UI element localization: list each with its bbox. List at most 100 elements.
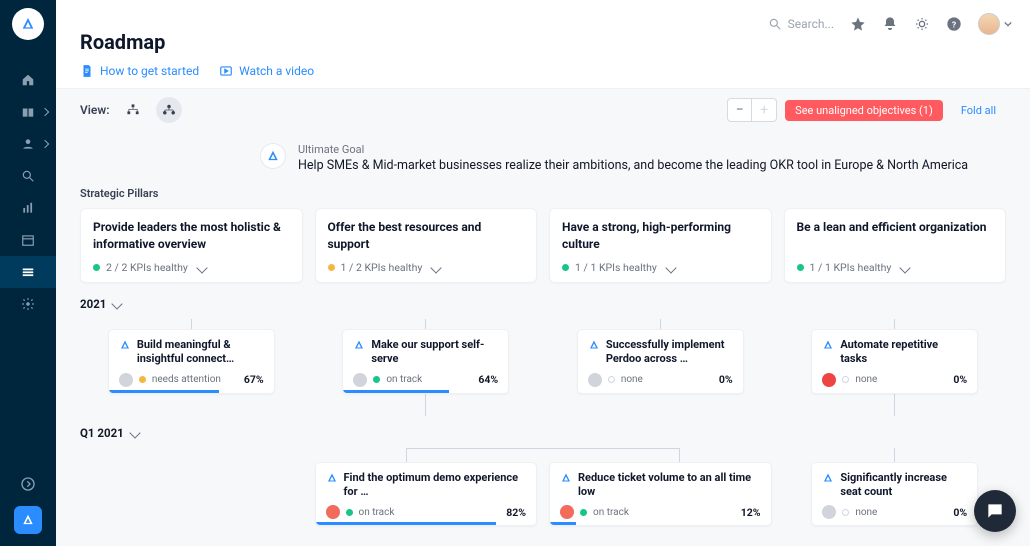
chevron-down-icon[interactable] bbox=[900, 262, 911, 273]
objectives-2021-row: Build meaningful & insightful connect… n… bbox=[80, 319, 1006, 416]
objective-icon bbox=[119, 339, 131, 351]
owner-avatar bbox=[326, 505, 340, 519]
owner-avatar bbox=[588, 373, 602, 387]
svg-text:?: ? bbox=[952, 20, 956, 30]
objective-title: Build meaningful & insightful connect… bbox=[137, 338, 264, 367]
page-header: Roadmap How to get started Watch a video bbox=[56, 48, 1030, 88]
objective-icon bbox=[822, 339, 834, 351]
view-label: View: bbox=[80, 103, 110, 117]
search-icon bbox=[768, 17, 782, 31]
connector bbox=[894, 448, 895, 462]
nav-analytics[interactable] bbox=[0, 192, 56, 224]
nav-calendar[interactable] bbox=[0, 224, 56, 256]
search-input[interactable]: Search... bbox=[768, 17, 834, 31]
objective-title: Find the optimum demo experience for … bbox=[344, 471, 527, 500]
kpi-text: 1 / 1 KPIs healthy bbox=[575, 261, 657, 274]
nav-collapse-icon[interactable] bbox=[20, 476, 36, 492]
progress-bar bbox=[343, 390, 449, 393]
status排 status-dot bbox=[797, 264, 804, 271]
status-dot bbox=[842, 509, 849, 516]
play-icon bbox=[219, 64, 233, 78]
zoom-out-button[interactable]: − bbox=[728, 99, 752, 121]
pillars-row: Provide leaders the most holistic & info… bbox=[80, 208, 1006, 283]
progress-bar bbox=[109, 390, 219, 393]
pillar-title: Offer the best resources and support bbox=[328, 219, 525, 253]
status排 status-dot bbox=[328, 264, 335, 271]
nav-settings[interactable] bbox=[0, 288, 56, 320]
kpi-text: 2 / 2 KPIs healthy bbox=[106, 261, 188, 274]
status-dot bbox=[346, 509, 353, 516]
connector bbox=[660, 319, 661, 329]
howto-link[interactable]: How to get started bbox=[80, 64, 199, 78]
goal-text: Help SMEs & Mid-market businesses realiz… bbox=[298, 158, 968, 173]
kpi-text: 1 / 1 KPIs healthy bbox=[810, 261, 892, 274]
objective-title: Significantly increase seat count bbox=[840, 471, 967, 500]
zoom-control: − + bbox=[727, 98, 777, 122]
owner-avatar bbox=[119, 373, 133, 387]
pillar-card[interactable]: Provide leaders the most holistic & info… bbox=[80, 208, 303, 283]
status-text: on track bbox=[386, 374, 422, 385]
status排 status-dot bbox=[562, 264, 569, 271]
connector bbox=[894, 319, 895, 329]
view-tree-button[interactable] bbox=[120, 97, 146, 123]
nav-roadmap[interactable] bbox=[0, 256, 56, 288]
objective-icon bbox=[353, 339, 365, 351]
video-link[interactable]: Watch a video bbox=[219, 64, 314, 78]
unaligned-button[interactable]: See unaligned objectives (1) bbox=[785, 100, 943, 121]
status-text: none bbox=[621, 374, 643, 385]
status-text: on track bbox=[359, 507, 395, 518]
video-label: Watch a video bbox=[239, 64, 314, 78]
owner-avatar bbox=[353, 373, 367, 387]
connector bbox=[425, 319, 426, 329]
pillar-title: Be a lean and efficient organization bbox=[797, 219, 994, 253]
objective-card[interactable]: Reduce ticket volume to an all time low … bbox=[549, 462, 772, 527]
objective-icon bbox=[822, 472, 834, 484]
progress-bar bbox=[316, 522, 497, 525]
goal-logo-icon bbox=[260, 143, 286, 169]
zoom-in-button[interactable]: + bbox=[752, 99, 776, 121]
objective-card[interactable]: Successfully implement Perdoo across … n… bbox=[577, 329, 744, 394]
nav-people[interactable] bbox=[0, 128, 56, 160]
objective-card[interactable]: Significantly increase seat count none 0… bbox=[811, 462, 978, 527]
chevron-down-icon[interactable] bbox=[196, 262, 207, 273]
view-org-button[interactable] bbox=[156, 97, 182, 123]
goal-label: Ultimate Goal bbox=[298, 143, 968, 156]
progress-pct: 82% bbox=[506, 506, 526, 519]
pillar-card[interactable]: Offer the best resources and support 1 /… bbox=[315, 208, 538, 283]
year-toggle[interactable]: 2021 bbox=[80, 297, 1006, 311]
status-dot bbox=[608, 376, 615, 383]
objective-card[interactable]: Build meaningful & insightful connect… n… bbox=[108, 329, 275, 394]
quarter-toggle[interactable]: Q1 2021 bbox=[80, 426, 1006, 440]
nav-home[interactable] bbox=[0, 64, 56, 96]
chevron-down-icon[interactable] bbox=[665, 262, 676, 273]
pillar-card[interactable]: Have a strong, high-performing culture 1… bbox=[549, 208, 772, 283]
connector bbox=[894, 394, 895, 416]
objective-card[interactable]: Automate repetitive tasks none 0% bbox=[811, 329, 978, 394]
objective-title: Make our support self-serve bbox=[371, 338, 498, 367]
pillar-title: Have a strong, high-performing culture bbox=[562, 219, 759, 253]
chat-icon bbox=[985, 501, 1005, 521]
fold-all-link[interactable]: Fold all bbox=[951, 100, 1006, 121]
chevron-down-icon bbox=[129, 427, 140, 438]
progress-pct: 0% bbox=[953, 373, 967, 386]
nav-search[interactable] bbox=[0, 160, 56, 192]
status-dot bbox=[842, 376, 849, 383]
sidebar bbox=[0, 0, 56, 546]
objective-card[interactable]: Find the optimum demo experience for … o… bbox=[315, 462, 538, 527]
pillar-card[interactable]: Be a lean and efficient organization 1 /… bbox=[784, 208, 1007, 283]
objective-icon bbox=[588, 339, 600, 351]
chat-button[interactable] bbox=[974, 490, 1016, 532]
page-title: Roadmap bbox=[80, 30, 1006, 54]
document-icon bbox=[80, 64, 94, 78]
status-text: none bbox=[855, 374, 877, 385]
q1-row: Find the optimum demo experience for … o… bbox=[80, 448, 1006, 527]
progress-pct: 0% bbox=[953, 506, 967, 519]
connector bbox=[191, 319, 192, 329]
chevron-down-icon[interactable] bbox=[431, 262, 442, 273]
objective-icon bbox=[560, 472, 572, 484]
status-text: on track bbox=[593, 507, 629, 518]
progress-pct: 12% bbox=[741, 506, 761, 519]
objective-card[interactable]: Make our support self-serve on track 64% bbox=[342, 329, 509, 394]
status-text: none bbox=[855, 507, 877, 518]
nav-folders[interactable] bbox=[0, 96, 56, 128]
